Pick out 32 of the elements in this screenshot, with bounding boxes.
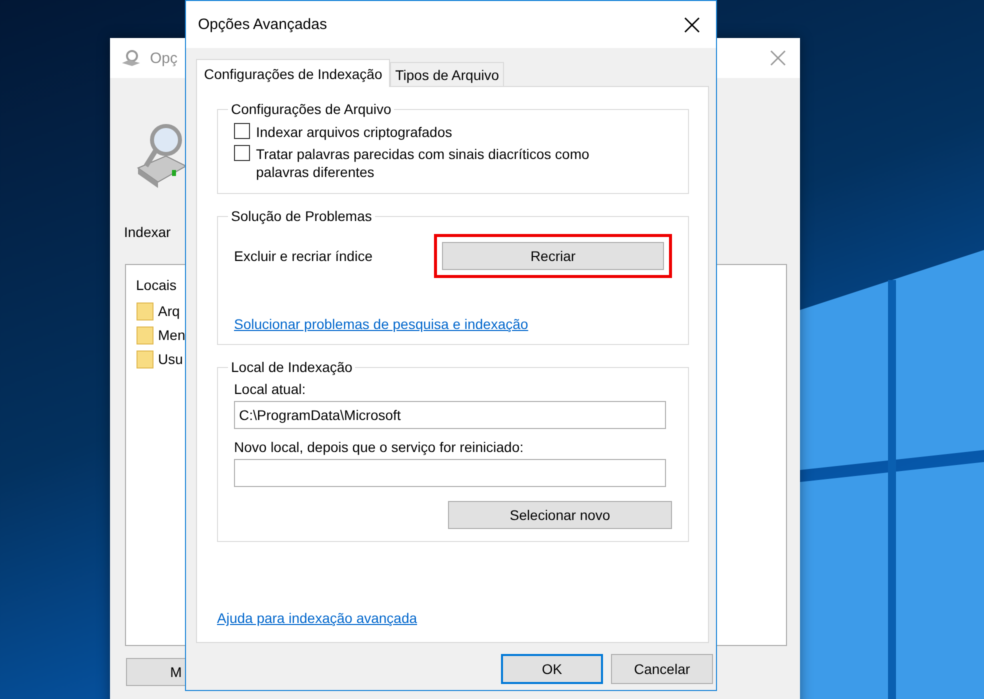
location-item[interactable]: Men <box>158 327 186 343</box>
group-title: Solução de Problemas <box>230 208 373 224</box>
select-new-button[interactable]: Selecionar novo <box>448 501 672 529</box>
checkbox-label[interactable]: Tratar palavras parecidas com sinais diacríticos como palavras diferentes <box>256 145 636 181</box>
location-item[interactable]: Arq <box>158 303 180 319</box>
group-title: Configurações de Arquivo <box>230 101 392 117</box>
tab[interactable]: Tipos de Arquivo <box>390 62 504 86</box>
list-header: Locais <box>136 277 176 293</box>
heading-text: Indexar <box>124 224 171 240</box>
dialog-button[interactable]: OK <box>501 654 603 684</box>
location-item[interactable]: Usu <box>158 351 183 367</box>
folder-icon <box>136 301 154 321</box>
checkbox[interactable] <box>234 123 250 139</box>
rebuild-label: Excluir e recriar índice <box>234 248 372 264</box>
checkbox[interactable] <box>234 145 250 161</box>
folder-icon <box>136 325 154 345</box>
dialog-button[interactable]: Cancelar <box>611 654 713 684</box>
help-link[interactable]: Ajuda para indexação avançada <box>217 610 689 626</box>
magnifier-icon <box>120 49 142 67</box>
field-label: Local atual: <box>234 381 307 397</box>
window-title: Opções Avançadas <box>198 16 327 33</box>
input-field[interactable] <box>234 459 666 487</box>
folder-icon <box>136 349 154 369</box>
input-field[interactable]: C:\ProgramData\Microsoft <box>234 401 666 429</box>
window-title: Opç <box>150 50 178 66</box>
tab[interactable]: Configurações de Indexação <box>196 59 390 87</box>
troubleshoot-link[interactable]: Solucionar problemas de pesquisa e indexação <box>234 316 672 332</box>
close-icon[interactable] <box>770 50 786 66</box>
group-title: Local de Indexação <box>230 359 354 375</box>
rebuild-button[interactable]: Recriar <box>442 242 664 270</box>
field-label: Novo local, depois que o serviço for reiniciado: <box>234 439 524 455</box>
checkbox-label[interactable]: Indexar arquivos criptografados <box>256 123 452 141</box>
